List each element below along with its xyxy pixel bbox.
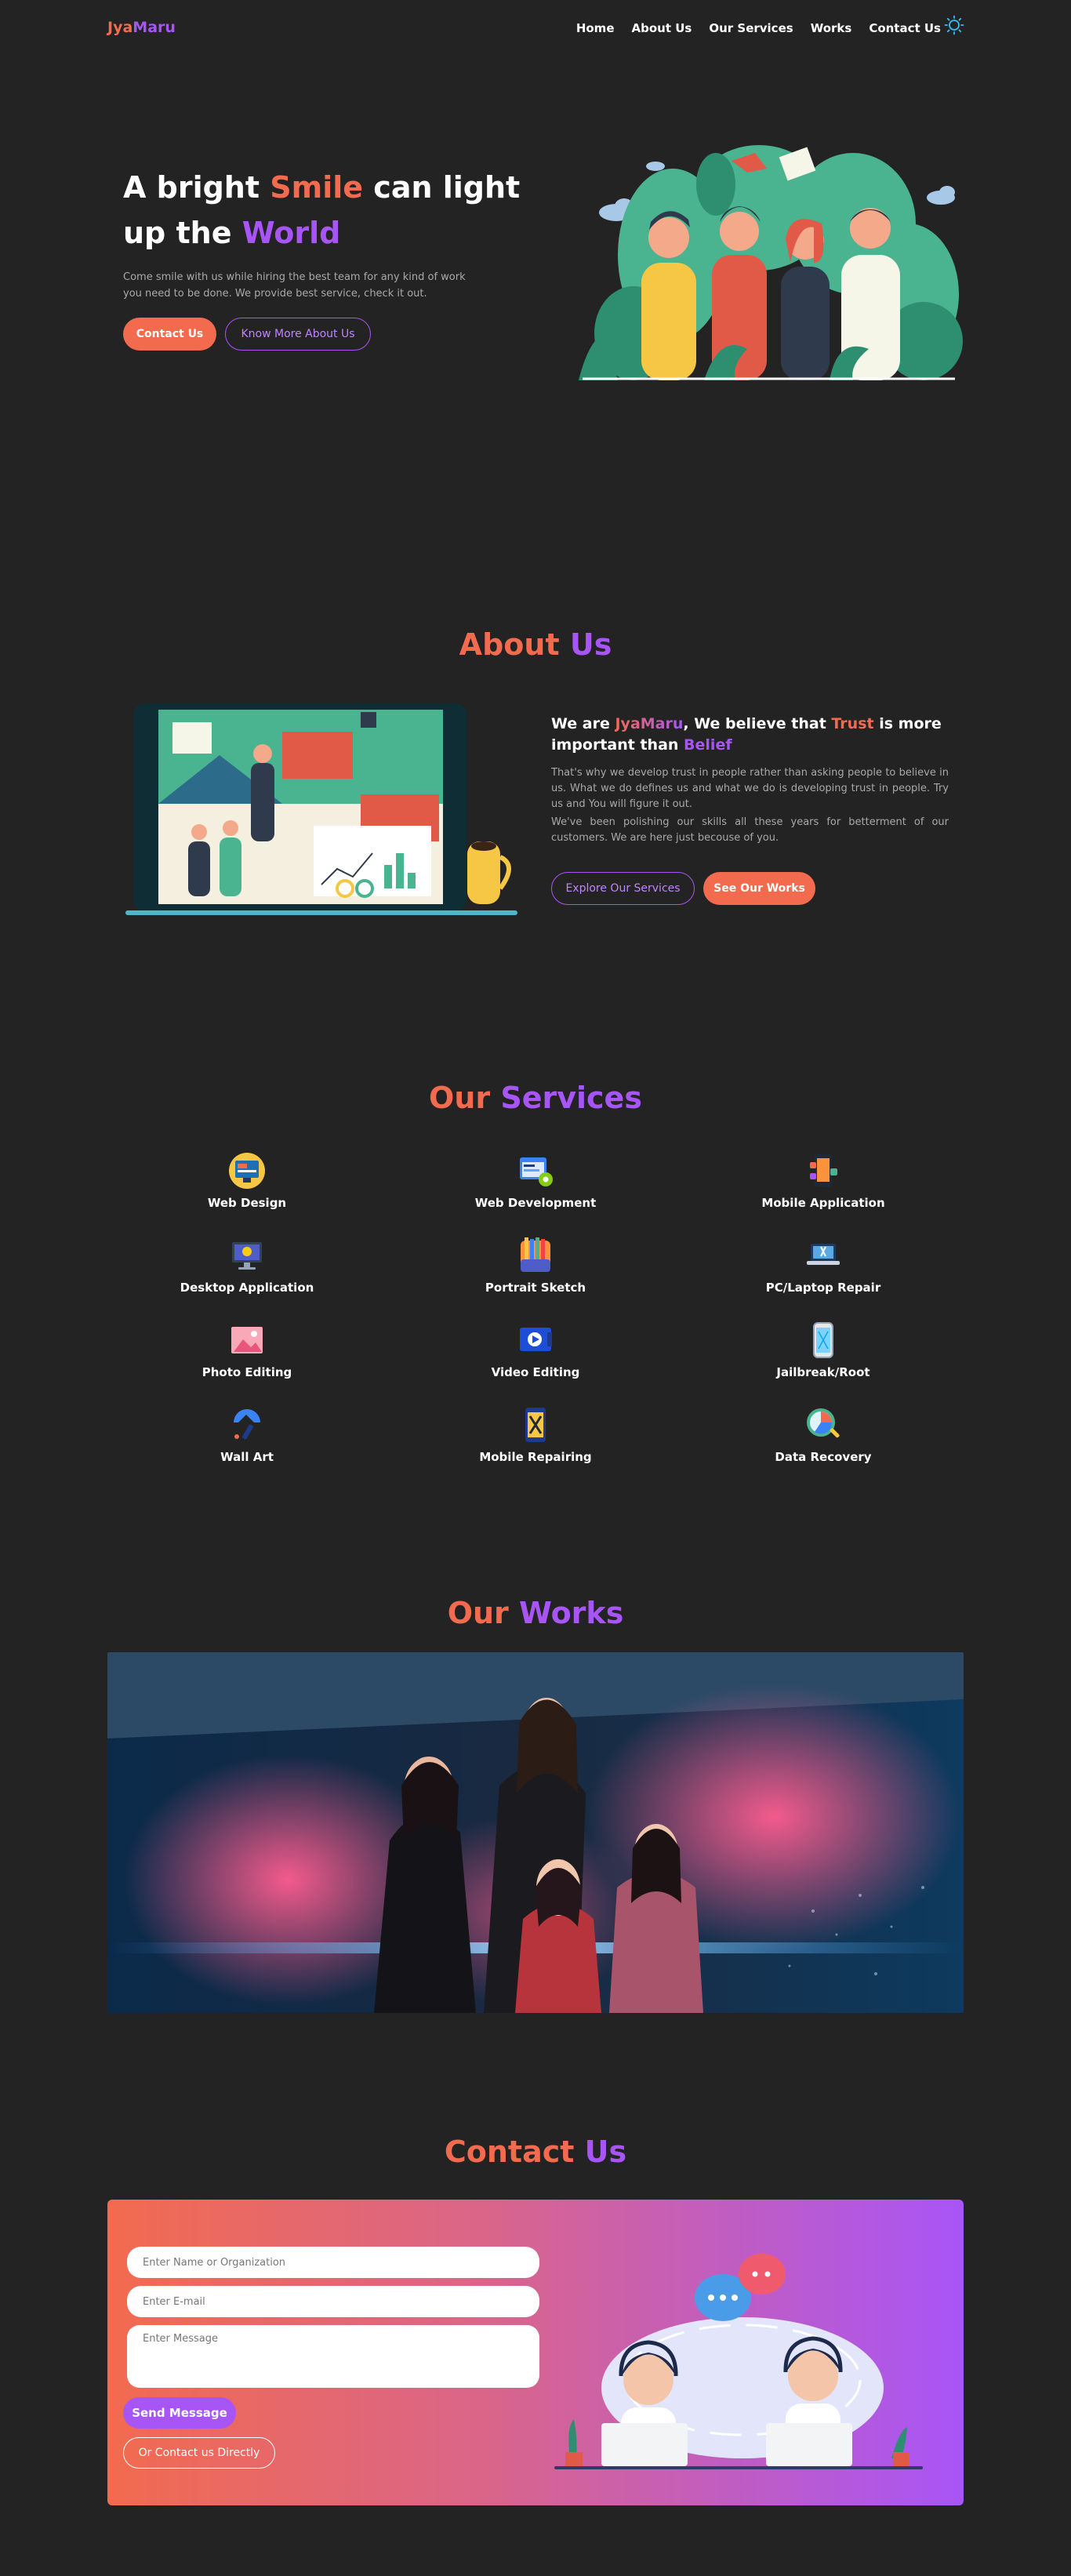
service-web-development[interactable]: Web Development: [418, 1151, 653, 1210]
service-label: Video Editing: [491, 1365, 580, 1379]
service-label: Mobile Repairing: [479, 1450, 592, 1464]
service-jailbreak-root[interactable]: Jailbreak/Root: [706, 1321, 941, 1379]
hero-title: A bright Smile can light up the World: [123, 165, 562, 256]
sun-icon[interactable]: [944, 15, 964, 35]
works-title-part-2: Works: [519, 1596, 624, 1630]
about-heading-brand: JyaMaru: [615, 715, 684, 732]
about-title-part-1: About: [459, 627, 570, 662]
service-data-recovery[interactable]: Data Recovery: [706, 1405, 941, 1464]
works-showcase-photo[interactable]: [107, 1652, 964, 2013]
service-label: Portrait Sketch: [485, 1281, 586, 1295]
portrait-sketch-icon: [521, 1237, 550, 1272]
about-heading-we-are: We are: [551, 715, 615, 732]
nav-link-works[interactable]: Works: [811, 21, 852, 35]
service-wall-art[interactable]: Wall Art: [129, 1405, 365, 1464]
nav-link-home[interactable]: Home: [576, 21, 615, 35]
mobile-app-icon: [810, 1154, 837, 1187]
contact-title-part-2: Us: [584, 2135, 627, 2169]
service-label: Desktop Application: [180, 1281, 314, 1295]
see-works-button[interactable]: See Our Works: [703, 872, 815, 905]
video-editing-icon: [520, 1328, 552, 1351]
about-heading-mid: , We believe that: [683, 715, 832, 732]
about-heading-belief: Belief: [684, 736, 732, 754]
message-input[interactable]: [127, 2325, 539, 2388]
send-message-button[interactable]: Send Message: [123, 2397, 236, 2429]
contact-card: Send Message Or Contact us Directly: [107, 2200, 964, 2505]
service-label: Wall Art: [220, 1450, 274, 1464]
service-label: Photo Editing: [201, 1365, 292, 1379]
team-illustration: [579, 145, 963, 380]
hero-title-highlight-smile: Smile: [270, 170, 364, 205]
service-video-editing[interactable]: Video Editing: [418, 1321, 653, 1379]
logo-part-maru: Maru: [133, 19, 176, 36]
nav-link-contact[interactable]: Contact Us: [869, 21, 941, 35]
about-paragraph-1: That's why we develop trust in people ra…: [551, 767, 949, 810]
service-label: Data Recovery: [775, 1450, 872, 1464]
logo-part-jya: Jya: [107, 19, 133, 36]
service-mobile-repairing[interactable]: Mobile Repairing: [418, 1405, 653, 1464]
mobile-repair-icon: [525, 1408, 546, 1442]
works-section-title: Our Works: [0, 1596, 1071, 1630]
laptop-repair-icon: [807, 1244, 840, 1265]
web-development-icon: [520, 1157, 553, 1186]
hero-title-text-1: A bright: [123, 170, 270, 205]
photo-editing-icon: [231, 1327, 263, 1353]
data-recovery-icon: [807, 1408, 840, 1438]
name-input[interactable]: [127, 2247, 539, 2278]
nav-link-services[interactable]: Our Services: [709, 21, 793, 35]
explore-services-button[interactable]: Explore Our Services: [551, 872, 695, 905]
hero-title-highlight-world: World: [241, 216, 341, 250]
service-desktop-application[interactable]: Desktop Application: [129, 1236, 365, 1295]
hero-know-more-button[interactable]: Know More About Us: [225, 318, 371, 351]
brand-logo[interactable]: JyaMaru: [107, 19, 176, 36]
contact-title-part-1: Contact: [444, 2135, 585, 2169]
nav-links: Home About Us Our Services Works Contact…: [576, 21, 941, 35]
service-label: Web Development: [474, 1196, 597, 1210]
about-paragraph-2: We've been polishing our skills all thes…: [551, 816, 949, 844]
about-title-part-2: Us: [569, 627, 612, 662]
service-laptop-repair[interactable]: PC/Laptop Repair: [706, 1236, 941, 1295]
service-portrait-sketch[interactable]: Portrait Sketch: [418, 1236, 653, 1295]
hero-description: Come smile with us while hiring the best…: [123, 271, 466, 300]
jailbreak-icon: [813, 1322, 833, 1358]
about-heading-trust: Trust: [831, 715, 874, 732]
desktop-app-icon: [232, 1242, 262, 1270]
hero-contact-button[interactable]: Contact Us: [123, 318, 216, 351]
service-label: Jailbreak/Root: [776, 1365, 870, 1379]
services-title-part-1: Our: [429, 1081, 501, 1115]
about-section-title: About Us: [0, 627, 1071, 662]
service-web-design[interactable]: Web Design: [129, 1151, 365, 1210]
services-title-part-2: Services: [500, 1081, 642, 1115]
nav-link-about[interactable]: About Us: [632, 21, 692, 35]
service-label: PC/Laptop Repair: [765, 1281, 881, 1295]
navbar: JyaMaru Home About Us Our Services Works…: [0, 0, 1071, 56]
service-label: Web Design: [207, 1196, 287, 1210]
service-photo-editing[interactable]: Photo Editing: [129, 1321, 365, 1379]
contact-section-title: Contact Us: [0, 2135, 1071, 2169]
support-agents-illustration: [554, 2254, 923, 2469]
service-mobile-application[interactable]: Mobile Application: [706, 1151, 941, 1210]
services-section-title: Our Services: [0, 1081, 1071, 1115]
contact-directly-button[interactable]: Or Contact us Directly: [123, 2437, 275, 2469]
web-design-icon: [229, 1153, 265, 1189]
email-input[interactable]: [127, 2286, 539, 2317]
service-label: Mobile Application: [761, 1196, 885, 1210]
wall-art-icon: [234, 1409, 260, 1440]
office-laptop-illustration: [125, 703, 517, 915]
works-title-part-1: Our: [447, 1596, 520, 1630]
about-heading: We are JyaMaru, We believe that Trust is…: [551, 714, 951, 756]
